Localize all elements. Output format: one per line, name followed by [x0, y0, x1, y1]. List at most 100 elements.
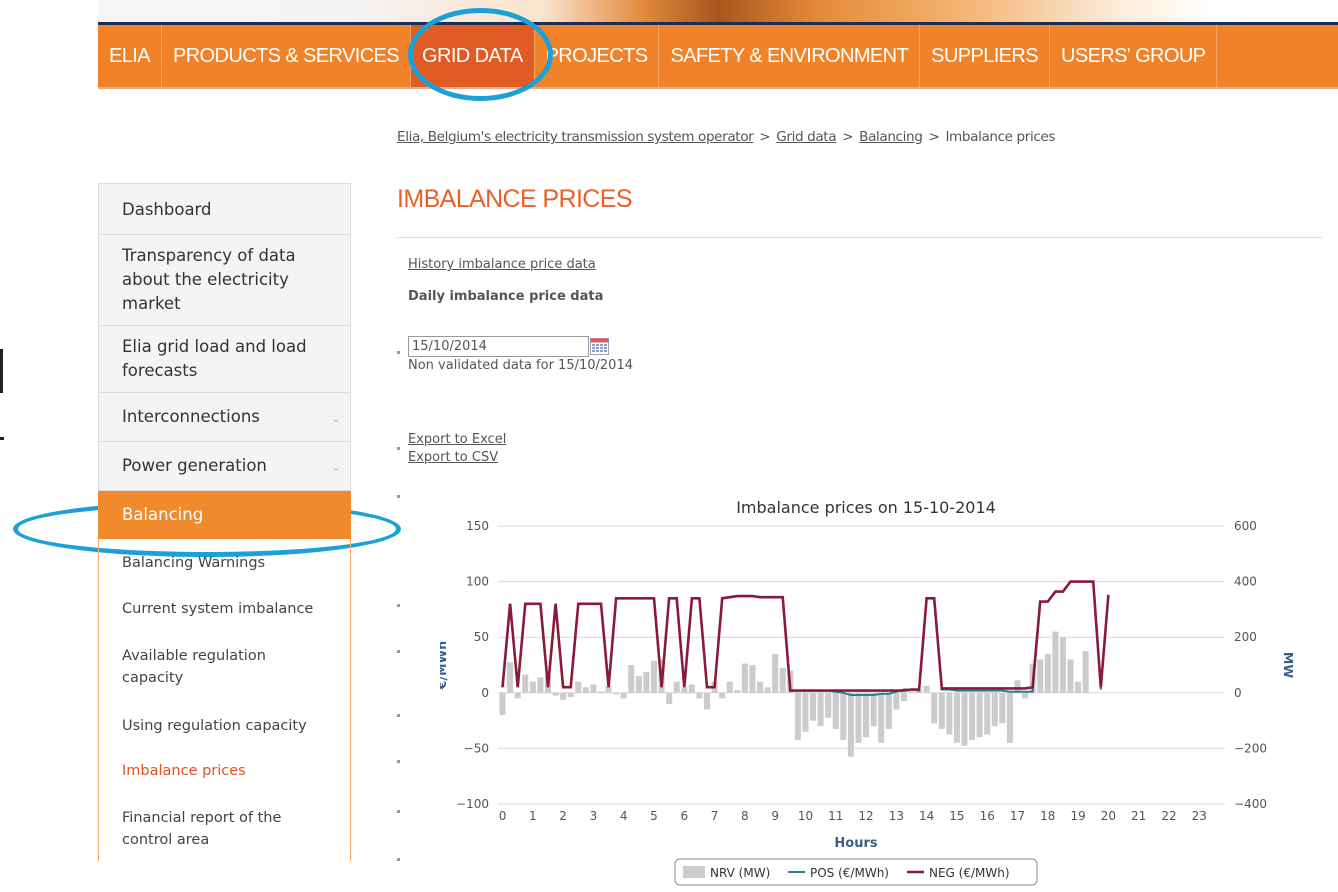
export-csv-link[interactable]: Export to CSV [408, 450, 498, 465]
sidebar-item-power-generation[interactable]: Power generation ⌄ [98, 441, 351, 491]
sidebar-item-label: Interconnections [122, 407, 260, 426]
nrv-bar [643, 671, 650, 693]
nrv-bar [650, 660, 658, 693]
nrv-bar [756, 681, 764, 693]
nav-shadow [98, 87, 1338, 89]
pos-price-line [501, 580, 1110, 696]
nav-item-suppliers[interactable]: SUPPLIERS [920, 25, 1050, 87]
x-tick-label: 16 [980, 809, 995, 823]
nav-item-grid-data[interactable]: GRID DATA [411, 25, 535, 87]
nrv-bar [1082, 651, 1089, 693]
breadcrumb-separator: > [928, 129, 940, 145]
column-dot [397, 650, 400, 653]
validation-status-text: Non validated data for 15/10/2014 [408, 358, 633, 373]
breadcrumb-balancing-link[interactable]: Balancing [859, 129, 923, 145]
nrv-bar [847, 692, 854, 757]
legend-label-nrv: NRV (MW) [710, 866, 770, 880]
history-imbalance-link[interactable]: History imbalance price data [408, 257, 596, 272]
nrv-bar [863, 692, 870, 738]
nrv-bar [1044, 653, 1051, 693]
x-tick-label: 2 [559, 809, 567, 823]
sidebar-item-balancing[interactable]: Balancing [98, 491, 351, 539]
nrv-bar [688, 684, 695, 693]
nrv-bar [567, 692, 574, 697]
nrv-bar [832, 692, 839, 729]
breadcrumb: Elia, Belgium's electricity transmission… [397, 129, 1055, 145]
nrv-bar [969, 692, 976, 741]
nrv-bar [613, 692, 620, 695]
sidebar-item-label: Elia grid load and load forecasts [122, 337, 307, 380]
nrv-bar [590, 684, 597, 693]
nrv-bar [1075, 681, 1082, 693]
neg-price-line [501, 580, 1110, 692]
x-axis-title: Hours [834, 836, 877, 851]
nrv-bar [1037, 659, 1044, 693]
nrv-bar [726, 681, 733, 693]
nrv-bar [840, 692, 847, 741]
sidebar-subitem-financial-report[interactable]: Financial report of the control area [99, 782, 350, 861]
x-tick-label: 14 [919, 809, 934, 823]
y-tick-label-right: 200 [1234, 630, 1257, 644]
breadcrumb-grid-data-link[interactable]: Grid data [776, 129, 836, 145]
nrv-bar [825, 692, 832, 718]
nav-item-elia[interactable]: ELIA [98, 25, 162, 87]
y-tick-label-right: 400 [1234, 575, 1257, 589]
nrv-bar [575, 681, 582, 693]
chevron-down-icon: ⌄ [330, 411, 341, 425]
sidebar-item-interconnections[interactable]: Interconnections ⌄ [98, 392, 351, 441]
export-excel-link[interactable]: Export to Excel [408, 432, 506, 447]
breadcrumb-home-link[interactable]: Elia, Belgium's electricity transmission… [397, 129, 754, 145]
nrv-bars [499, 631, 1089, 757]
nrv-bar [749, 665, 756, 693]
column-dot [397, 810, 400, 813]
y-axis-right-title: MW [1281, 652, 1296, 678]
y-tick-label-right: 600 [1234, 519, 1257, 533]
x-tick-label: 3 [590, 809, 598, 823]
page-title: IMBALANCE PRICES [397, 185, 633, 213]
sidebar-item-transparency[interactable]: Transparency of data about the electrici… [98, 234, 351, 325]
imbalance-price-chart: Imbalance prices on 15-10-2014 150100500… [440, 498, 1296, 886]
sidebar-subitem-imbalance-prices[interactable]: Imbalance prices [99, 737, 350, 782]
nrv-bar [1006, 692, 1013, 743]
chart-x-axis: 0 1 2 3 4 5 6 7 8 9 10 11 12 13 14 15 16 17 18 19 20 21 22 23 [499, 809, 1207, 823]
chart-y-axis-right: 600 400 200 0 −200 −400 [1234, 519, 1267, 811]
nrv-bar [1022, 692, 1029, 699]
y-tick-label-left: 100 [466, 575, 489, 589]
sidebar-subitem-available-regulation-capacity[interactable]: Available regulation capacity [99, 620, 350, 689]
nrv-bar [537, 677, 544, 693]
date-input[interactable] [408, 336, 589, 357]
chart-title: Imbalance prices on 15-10-2014 [736, 498, 996, 517]
legend-swatch-nrv [683, 866, 705, 878]
nrv-bar [582, 687, 589, 693]
breadcrumb-current: Imbalance prices [945, 129, 1056, 145]
column-dot [397, 714, 400, 717]
x-tick-label: 7 [711, 809, 719, 823]
x-tick-label: 23 [1192, 809, 1207, 823]
nrv-bar [696, 692, 703, 699]
column-dot [397, 760, 400, 763]
nav-item-users-group[interactable]: USERS' GROUP [1050, 25, 1218, 87]
calendar-icon[interactable] [590, 338, 609, 355]
x-tick-label: 12 [858, 809, 873, 823]
x-tick-label: 15 [949, 809, 964, 823]
nrv-bar [560, 692, 567, 700]
column-dot [397, 604, 400, 607]
chart-y-axis-left: 150 100 50 0 −50 −100 [456, 519, 489, 811]
column-dot [397, 495, 400, 498]
nrv-bar [976, 692, 983, 738]
nav-item-safety-environment[interactable]: SAFETY & ENVIRONMENT [659, 25, 921, 87]
nrv-bar [779, 667, 786, 693]
sidebar-item-dashboard[interactable]: Dashboard [98, 183, 351, 234]
nrv-bar [635, 676, 642, 693]
sidebar-subitem-balancing-warnings[interactable]: Balancing Warnings [99, 539, 350, 574]
nav-item-products-services[interactable]: PRODUCTS & SERVICES [162, 25, 412, 87]
sidebar-item-grid-load[interactable]: Elia grid load and load forecasts [98, 325, 351, 392]
sidebar-item-label: Dashboard [122, 200, 212, 219]
breadcrumb-separator: > [842, 129, 854, 145]
sidebar-subitem-using-regulation-capacity[interactable]: Using regulation capacity [99, 689, 350, 737]
sidebar-subitem-current-system-imbalance[interactable]: Current system imbalance [99, 574, 350, 620]
nav-item-projects[interactable]: PROJECTS [535, 25, 660, 87]
nrv-bar [529, 681, 536, 693]
x-tick-label: 13 [889, 809, 904, 823]
nrv-bar [855, 692, 862, 743]
